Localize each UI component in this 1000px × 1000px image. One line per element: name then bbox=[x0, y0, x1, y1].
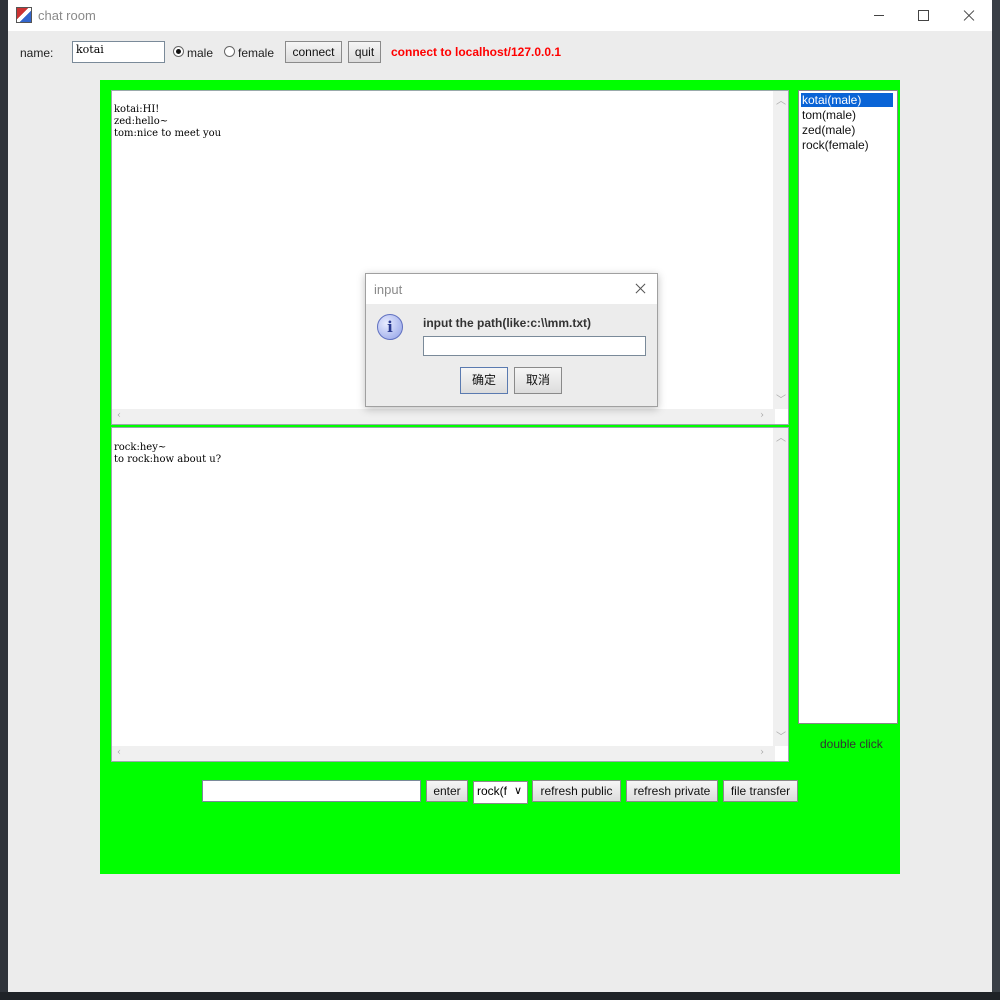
scroll-left-icon[interactable]: ‹ bbox=[117, 410, 121, 421]
close-icon[interactable] bbox=[946, 0, 992, 31]
refresh-private-button[interactable]: refresh private bbox=[626, 780, 718, 802]
connection-status: connect to localhost/127.0.0.1 bbox=[391, 45, 562, 59]
cancel-button[interactable]: 取消 bbox=[514, 367, 562, 394]
private-chat-line: to rock:how about u? bbox=[114, 454, 222, 465]
male-radio[interactable] bbox=[173, 46, 184, 57]
scroll-right-icon[interactable]: › bbox=[760, 747, 764, 758]
chat-panel: kotai:HI! zed:hello~ tom:nice to meet yo… bbox=[100, 80, 900, 874]
user-list-item[interactable]: tom(male) bbox=[801, 108, 857, 122]
app-icon bbox=[16, 7, 32, 23]
private-chat-vertical-scrollbar[interactable]: ︿ ﹀ bbox=[773, 428, 788, 746]
enter-button[interactable]: enter bbox=[426, 780, 468, 802]
dialog-title: input bbox=[374, 282, 403, 297]
scroll-down-icon[interactable]: ﹀ bbox=[776, 391, 786, 406]
user-list-item[interactable]: rock(female) bbox=[801, 138, 870, 152]
male-radio-label: male bbox=[187, 46, 214, 60]
minimize-icon[interactable] bbox=[856, 0, 902, 31]
ok-button[interactable]: 确定 bbox=[460, 367, 508, 394]
refresh-public-button[interactable]: refresh public bbox=[532, 780, 621, 802]
path-input[interactable] bbox=[423, 336, 646, 356]
dialog-title-bar[interactable]: input bbox=[366, 274, 657, 304]
window-title: chat room bbox=[38, 8, 96, 23]
user-list-item[interactable]: kotai(male) bbox=[801, 93, 893, 107]
public-chat-vertical-scrollbar[interactable]: ︿ ﹀ bbox=[773, 91, 788, 409]
public-chat-line: tom:nice to meet you bbox=[114, 128, 222, 139]
connect-button[interactable]: connect bbox=[285, 41, 342, 63]
file-transfer-button[interactable]: file transfer bbox=[723, 780, 798, 802]
message-input[interactable] bbox=[202, 780, 421, 802]
private-chat-line: rock:hey~ bbox=[114, 442, 167, 453]
title-bar[interactable]: chat room bbox=[8, 0, 992, 31]
info-icon: i bbox=[377, 314, 403, 340]
scroll-up-icon[interactable]: ︿ bbox=[776, 92, 786, 107]
input-dialog: input i input the path(like:c:\\mm.txt) … bbox=[365, 273, 658, 407]
private-chat-horizontal-scrollbar[interactable]: ‹ › bbox=[112, 746, 775, 761]
desktop-background-right bbox=[992, 0, 1000, 1000]
close-icon[interactable] bbox=[634, 281, 648, 295]
public-chat-line: kotai:HI! bbox=[114, 104, 160, 115]
dialog-message: input the path(like:c:\\mm.txt) bbox=[423, 316, 591, 330]
chat-room-window: chat room name: kotai male female connec… bbox=[8, 0, 992, 992]
user-list-item[interactable]: zed(male) bbox=[801, 123, 856, 137]
user-list[interactable]: kotai(male) tom(male) zed(male) rock(fem… bbox=[798, 90, 898, 724]
female-radio-label: female bbox=[238, 46, 275, 60]
public-chat-horizontal-scrollbar[interactable]: ‹ › bbox=[112, 409, 775, 424]
maximize-icon[interactable] bbox=[900, 0, 946, 31]
recipient-select-value: rock(f bbox=[477, 784, 507, 798]
scroll-up-icon[interactable]: ︿ bbox=[776, 429, 786, 444]
public-chat-line: zed:hello~ bbox=[114, 116, 169, 127]
desktop-background bbox=[0, 0, 8, 1000]
private-chat-area[interactable]: rock:hey~ to rock:how about u? ︿ ﹀ ‹ › bbox=[111, 427, 789, 762]
name-label: name: bbox=[20, 46, 54, 60]
scroll-left-icon[interactable]: ‹ bbox=[117, 747, 121, 758]
dropdown-chevron-icon[interactable]: ∨ bbox=[514, 784, 522, 797]
recipient-select[interactable]: rock(f ∨ bbox=[473, 781, 528, 804]
double-click-hint: double click bbox=[820, 737, 883, 751]
quit-button[interactable]: quit bbox=[348, 41, 381, 63]
desktop-background-bottom bbox=[0, 992, 1000, 1000]
scroll-right-icon[interactable]: › bbox=[760, 410, 764, 421]
name-input[interactable]: kotai bbox=[72, 41, 165, 63]
female-radio[interactable] bbox=[224, 46, 235, 57]
scroll-down-icon[interactable]: ﹀ bbox=[776, 728, 786, 743]
